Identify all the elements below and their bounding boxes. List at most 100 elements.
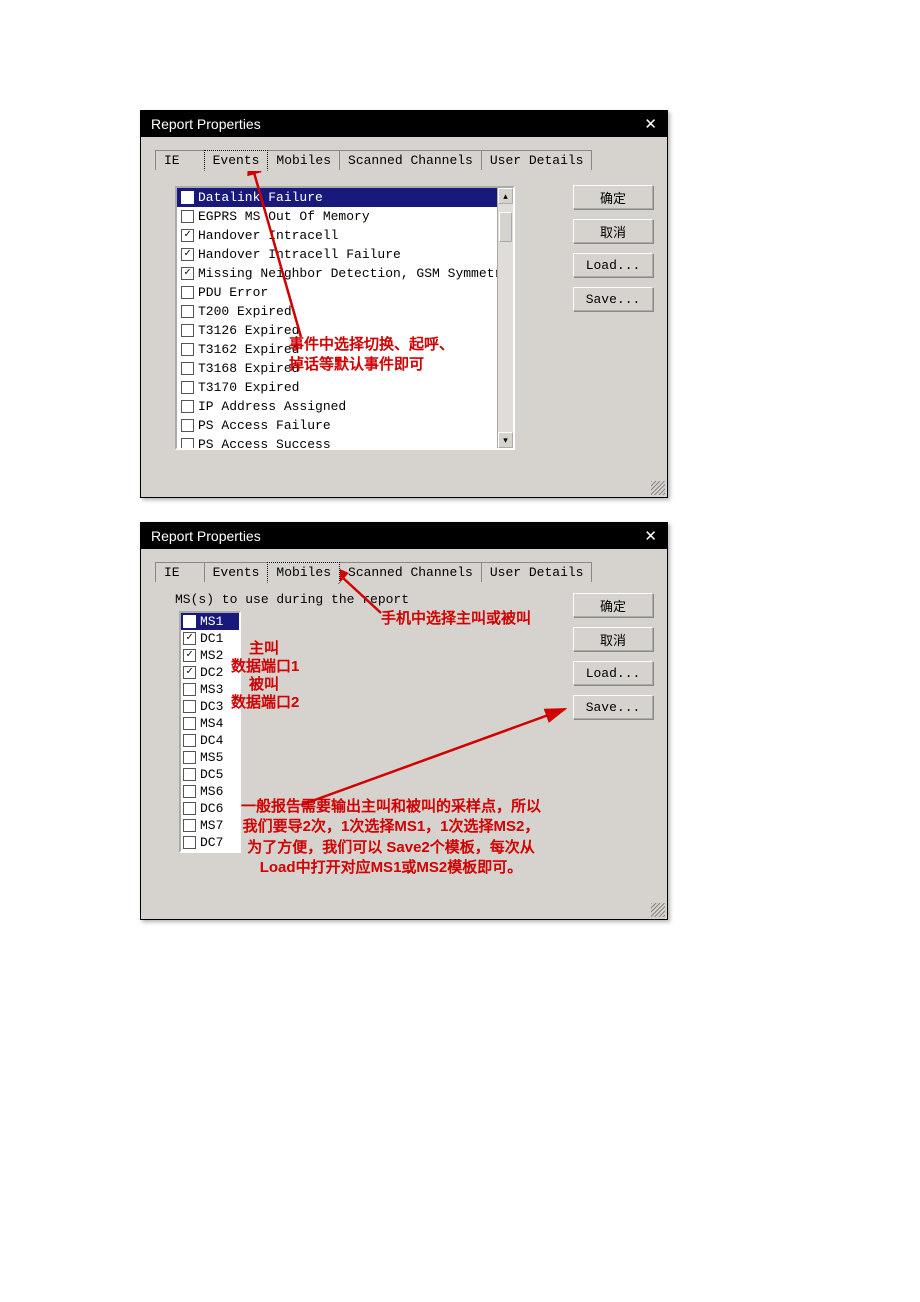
checkbox[interactable] xyxy=(181,400,194,413)
checkbox[interactable]: ✓ xyxy=(181,229,194,242)
close-icon[interactable]: ✕ xyxy=(640,115,661,133)
tab-events[interactable]: Events xyxy=(204,150,269,171)
ms-row[interactable]: DC3 xyxy=(181,698,239,715)
event-row[interactable]: ✓ Handover Intracell Failure xyxy=(177,245,513,264)
checkbox[interactable] xyxy=(183,768,196,781)
scroll-up-icon[interactable]: ▴ xyxy=(498,188,513,204)
checkbox[interactable] xyxy=(183,717,196,730)
tab-scanned-channels[interactable]: Scanned Channels xyxy=(339,562,482,582)
checkbox[interactable]: ✓ xyxy=(183,666,196,679)
checkbox[interactable]: ✓ xyxy=(183,632,196,645)
load-button[interactable]: Load... xyxy=(573,661,653,685)
event-row[interactable]: T3170 Expired xyxy=(177,378,513,397)
event-label: Missing Neighbor Detection, GSM Symmetry xyxy=(198,266,510,281)
event-label: T3170 Expired xyxy=(198,380,299,395)
tab-scanned-channels[interactable]: Scanned Channels xyxy=(339,150,482,170)
scroll-thumb[interactable] xyxy=(499,212,512,242)
checkbox[interactable] xyxy=(181,362,194,375)
cancel-button[interactable]: 取消 xyxy=(573,627,653,651)
tab-user-details[interactable]: User Details xyxy=(481,150,593,170)
event-row[interactable]: EGPRS MS Out Of Memory xyxy=(177,207,513,226)
event-row[interactable]: Datalink Failure xyxy=(177,188,513,207)
checkbox[interactable]: ✓ xyxy=(183,615,196,628)
ms-row[interactable]: DC6 xyxy=(181,800,239,817)
checkbox[interactable] xyxy=(181,210,194,223)
scroll-down-icon[interactable]: ▾ xyxy=(498,432,513,448)
checkbox[interactable]: ✓ xyxy=(183,649,196,662)
event-row[interactable]: PS Access Success xyxy=(177,435,513,450)
save-button[interactable]: Save... xyxy=(573,287,653,311)
titlebar[interactable]: Report Properties ✕ xyxy=(141,111,667,137)
save-button[interactable]: Save... xyxy=(573,695,653,719)
ms-row[interactable]: DC7 xyxy=(181,834,239,851)
event-label: PS Access Failure xyxy=(198,418,331,433)
event-row[interactable]: ✓ Missing Neighbor Detection, GSM Symmetr… xyxy=(177,264,513,283)
checkbox[interactable] xyxy=(183,683,196,696)
ms-row[interactable]: MS7 xyxy=(181,817,239,834)
ms-row[interactable]: MS5 xyxy=(181,749,239,766)
event-row[interactable]: T200 Expired xyxy=(177,302,513,321)
checkbox[interactable] xyxy=(181,324,194,337)
ms-row[interactable]: ✓ MS2 xyxy=(181,647,239,664)
ms-row[interactable]: ✓DC2 xyxy=(181,664,239,681)
checkbox[interactable] xyxy=(183,751,196,764)
ms-label: DC6 xyxy=(200,801,223,816)
tab-mobiles[interactable]: Mobiles xyxy=(267,562,340,583)
checkbox[interactable] xyxy=(181,438,194,450)
ms-label: MS7 xyxy=(200,818,223,833)
checkbox[interactable] xyxy=(181,305,194,318)
ms-row[interactable]: MS3 xyxy=(181,681,239,698)
ms-row[interactable]: ✓MS1 xyxy=(181,613,239,630)
ms-listbox[interactable]: ✓MS1✓DC1✓MS2✓DC2MS3DC3MS4DC4MS5DC5MS6DC6… xyxy=(179,611,241,853)
checkbox[interactable] xyxy=(181,286,194,299)
checkbox[interactable] xyxy=(181,381,194,394)
tab-user-details[interactable]: User Details xyxy=(481,562,593,582)
checkbox[interactable] xyxy=(183,819,196,832)
event-row[interactable]: T3162 Expired xyxy=(177,340,513,359)
ms-label: MS2 xyxy=(200,648,223,663)
checkbox[interactable] xyxy=(183,836,196,849)
event-row[interactable]: T3168 Expired xyxy=(177,359,513,378)
checkbox[interactable] xyxy=(183,734,196,747)
event-label: T3162 Expired xyxy=(198,342,299,357)
event-row[interactable]: PDU Error xyxy=(177,283,513,302)
event-label: Handover Intracell Failure xyxy=(198,247,401,262)
tab-ie[interactable]: IE xyxy=(155,150,205,170)
ms-row[interactable]: DC4 xyxy=(181,732,239,749)
close-icon[interactable]: ✕ xyxy=(640,527,661,545)
event-label: T200 Expired xyxy=(198,304,292,319)
event-row[interactable]: IP Address Assigned xyxy=(177,397,513,416)
checkbox[interactable] xyxy=(181,343,194,356)
checkbox[interactable] xyxy=(181,191,194,204)
ms-row[interactable]: MS6 xyxy=(181,783,239,800)
ms-label: DC4 xyxy=(200,733,223,748)
event-label: IP Address Assigned xyxy=(198,399,346,414)
titlebar[interactable]: Report Properties ✕ xyxy=(141,523,667,549)
events-listbox[interactable]: Datalink FailureEGPRS MS Out Of Memory✓H… xyxy=(175,186,515,450)
checkbox[interactable] xyxy=(181,419,194,432)
ok-button[interactable]: 确定 xyxy=(573,185,653,209)
checkbox[interactable] xyxy=(183,785,196,798)
checkbox[interactable]: ✓ xyxy=(181,267,194,280)
checkbox[interactable]: ✓ xyxy=(181,248,194,261)
ms-row[interactable]: DC5 xyxy=(181,766,239,783)
scrollbar[interactable]: ▴ ▾ xyxy=(497,188,513,448)
cancel-button[interactable]: 取消 xyxy=(573,219,653,243)
event-row[interactable]: ✓Handover Intracell xyxy=(177,226,513,245)
event-label: Datalink Failure xyxy=(198,190,323,205)
checkbox[interactable] xyxy=(183,802,196,815)
event-label: PS Access Success xyxy=(198,437,331,450)
tab-events[interactable]: Events xyxy=(204,562,269,582)
resize-grip[interactable] xyxy=(651,481,665,495)
load-button[interactable]: Load... xyxy=(573,253,653,277)
tab-mobiles[interactable]: Mobiles xyxy=(267,150,340,170)
resize-grip[interactable] xyxy=(651,903,665,917)
checkbox[interactable] xyxy=(183,700,196,713)
tabstrip: IE Events Mobiles Scanned Channels User … xyxy=(155,149,653,170)
ok-button[interactable]: 确定 xyxy=(573,593,653,617)
ms-row[interactable]: MS4 xyxy=(181,715,239,732)
ms-row[interactable]: ✓DC1 xyxy=(181,630,239,647)
event-row[interactable]: T3126 Expired xyxy=(177,321,513,340)
tab-ie[interactable]: IE xyxy=(155,562,205,582)
event-row[interactable]: PS Access Failure xyxy=(177,416,513,435)
